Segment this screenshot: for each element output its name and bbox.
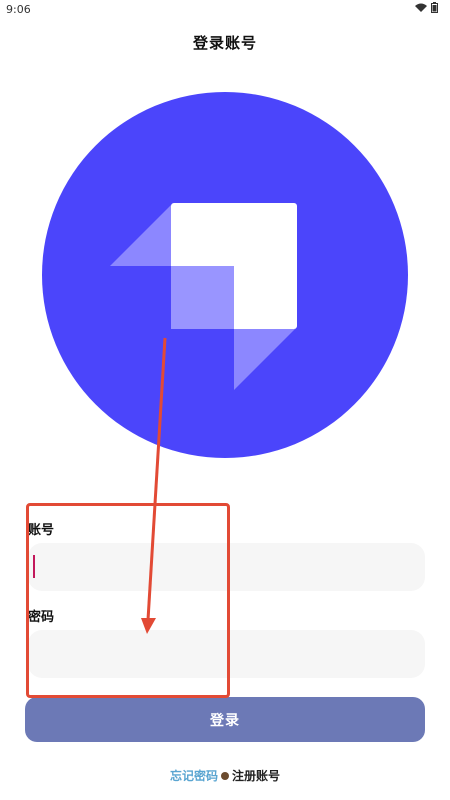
page-title: 登录账号 [192,34,257,52]
status-time: 9:06 [6,3,31,16]
wifi-icon [415,3,427,12]
login-button[interactable]: 登录 [25,697,425,742]
register-link[interactable]: 注册账号 [232,767,280,784]
forgot-password-link[interactable]: 忘记密码 [170,767,218,784]
app-logo-icon [42,92,408,458]
login-screen: 9:06 登录账号 账号 密码 登录 忘记密码 注册账号 [0,0,450,800]
separator-dot [221,771,229,780]
status-bar: 9:06 [0,0,450,22]
bottom-links: 忘记密码 注册账号 [0,767,450,784]
annotation-highlight-box [26,503,230,698]
status-icons [415,2,438,13]
battery-icon [431,2,438,13]
